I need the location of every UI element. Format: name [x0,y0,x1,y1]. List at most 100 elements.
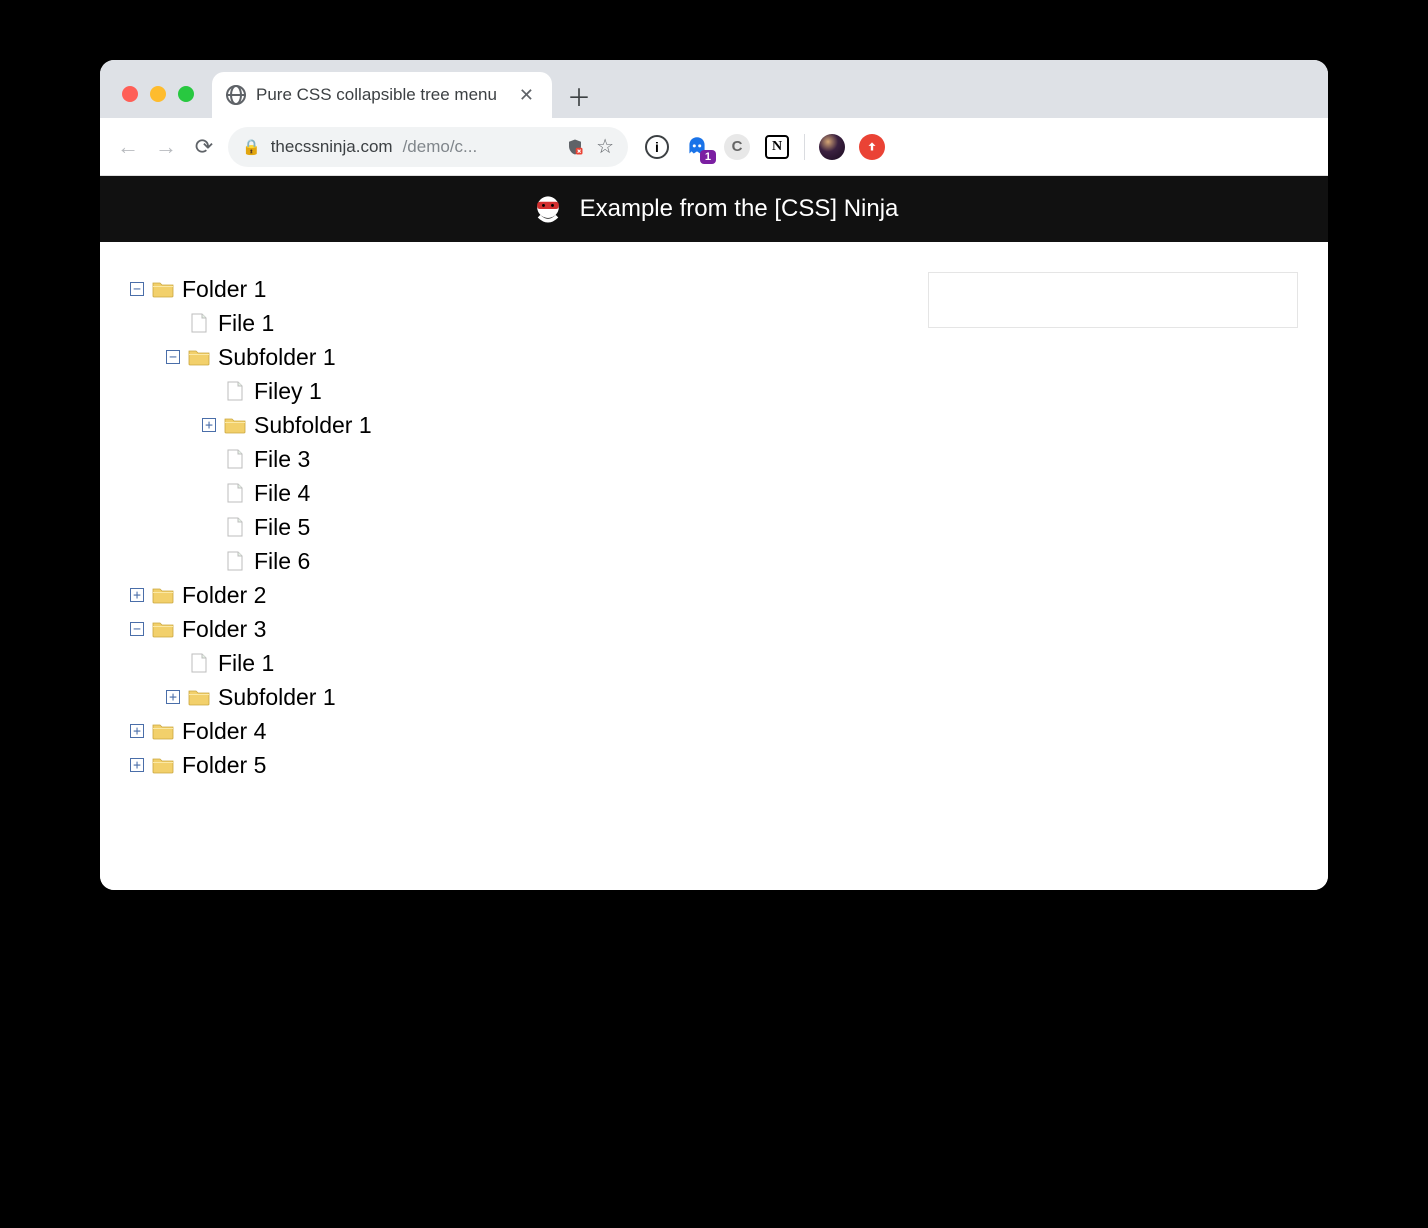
tree-node: + Subfolder 1 [202,408,904,442]
folder-icon [152,755,174,775]
tree-file-row[interactable]: Filey 1 [202,374,904,408]
tree-children: Filey 1 + Subfolder 1 File 3 File 4 File 5… [166,374,904,578]
back-button[interactable]: ← [114,133,142,161]
folder-icon [224,415,246,435]
tree-node-label[interactable]: File 4 [254,480,310,507]
toggle-spacer [166,316,180,330]
tree-file-row[interactable]: File 1 [166,646,904,680]
forward-button[interactable]: → [152,133,180,161]
tree-node: + Folder 5 [130,748,904,782]
file-icon [224,449,246,469]
tree-folder-row[interactable]: + Folder 5 [130,748,904,782]
bookmark-star-icon[interactable]: ☆ [596,134,614,159]
tree-children: File 1 + Subfolder 1 [130,646,904,714]
tab-bar: Pure CSS collapsible tree menu ✕ ＋ [100,60,1328,118]
zoom-window-button[interactable] [178,86,194,102]
folder-icon [188,347,210,367]
tree-folder-row[interactable]: − Subfolder 1 [166,340,904,374]
tree-file-row[interactable]: File 6 [202,544,904,578]
file-icon [224,483,246,503]
folder-icon [188,687,210,707]
tree-node-label[interactable]: Filey 1 [254,378,322,405]
reload-button[interactable]: ⟳ [190,133,218,161]
tree-file-row[interactable]: File 4 [202,476,904,510]
tree-file-row[interactable]: File 5 [202,510,904,544]
content-area: − Folder 1 File 1 − Subfolder 1 Filey 1 + Sub… [100,242,1328,890]
expand-toggle[interactable]: + [130,588,144,602]
tree-node: − Folder 1 File 1 − Subfolder 1 Filey 1 + Sub… [130,272,904,578]
tree-folder-row[interactable]: + Subfolder 1 [166,680,904,714]
tree-node-label[interactable]: Folder 2 [182,582,266,609]
page-banner: Example from the [CSS] Ninja [100,176,1328,242]
tree-node: File 1 [166,646,904,680]
expand-toggle[interactable]: + [166,690,180,704]
tree-node-label[interactable]: Subfolder 1 [218,344,336,371]
extension-ghostery[interactable]: 1 [684,134,710,160]
tree-children: File 1 − Subfolder 1 Filey 1 + Subfolder 1 F… [130,306,904,578]
url-host: thecssninja.com [271,137,393,157]
toggle-spacer [202,452,216,466]
extension-c[interactable]: C [724,134,750,160]
globe-icon [226,85,246,105]
tree-node: + Folder 2 [130,578,904,612]
tree-node-label[interactable]: Folder 1 [182,276,266,303]
toolbar-separator [804,134,805,160]
folder-icon [152,721,174,741]
tree-node-label[interactable]: Folder 4 [182,718,266,745]
tree-folder-row[interactable]: − Folder 3 [130,612,904,646]
tree-folder-row[interactable]: + Subfolder 1 [202,408,904,442]
new-tab-button[interactable]: ＋ [564,80,594,110]
tree-folder-row[interactable]: − Folder 1 [130,272,904,306]
tree-node-label[interactable]: File 1 [218,310,274,337]
tree-node-label[interactable]: File 5 [254,514,310,541]
chrome-update-button[interactable] [859,134,885,160]
browser-tab[interactable]: Pure CSS collapsible tree menu ✕ [212,72,552,118]
tree-node-label[interactable]: Subfolder 1 [254,412,372,439]
tree-folder-row[interactable]: + Folder 2 [130,578,904,612]
file-icon [224,381,246,401]
tree-node: Filey 1 [202,374,904,408]
close-window-button[interactable] [122,86,138,102]
window-controls [108,86,204,118]
lock-icon: 🔒 [242,138,261,156]
tree-menu: − Folder 1 File 1 − Subfolder 1 Filey 1 + Sub… [130,272,904,782]
banner-text: Example from the [CSS] Ninja [580,195,899,223]
tree-node: + Subfolder 1 [166,680,904,714]
toggle-spacer [202,486,216,500]
folder-icon [152,279,174,299]
tree-node: File 3 [202,442,904,476]
tree-node-label[interactable]: Subfolder 1 [218,684,336,711]
toolbar: ← → ⟳ 🔒 thecssninja.com/demo/c... ☆ i 1 … [100,118,1328,176]
collapse-toggle[interactable]: − [130,622,144,636]
browser-window: Pure CSS collapsible tree menu ✕ ＋ ← → ⟳… [100,60,1328,890]
tree-node: File 4 [202,476,904,510]
extension-info[interactable]: i [644,134,670,160]
minimize-window-button[interactable] [150,86,166,102]
tree-node-label[interactable]: File 6 [254,548,310,575]
tree-node-label[interactable]: File 3 [254,446,310,473]
folder-icon [152,585,174,605]
url-path: /demo/c... [403,137,478,157]
tree-file-row[interactable]: File 1 [166,306,904,340]
site-permissions-icon[interactable] [566,138,584,156]
tree-node-label[interactable]: Folder 3 [182,616,266,643]
tree-node-label[interactable]: File 1 [218,650,274,677]
toggle-spacer [202,554,216,568]
profile-avatar[interactable] [819,134,845,160]
collapse-toggle[interactable]: − [130,282,144,296]
tree-node-label[interactable]: Folder 5 [182,752,266,779]
file-icon [188,313,210,333]
collapse-toggle[interactable]: − [166,350,180,364]
expand-toggle[interactable]: + [202,418,216,432]
expand-toggle[interactable]: + [130,758,144,772]
ninja-icon [530,191,566,227]
tree-file-row[interactable]: File 3 [202,442,904,476]
close-tab-button[interactable]: ✕ [515,85,538,106]
folder-icon [152,619,174,639]
expand-toggle[interactable]: + [130,724,144,738]
extension-notion[interactable]: N [764,134,790,160]
address-bar[interactable]: 🔒 thecssninja.com/demo/c... ☆ [228,127,628,167]
file-icon [224,551,246,571]
tree-folder-row[interactable]: + Folder 4 [130,714,904,748]
sidebar-box [928,272,1298,328]
